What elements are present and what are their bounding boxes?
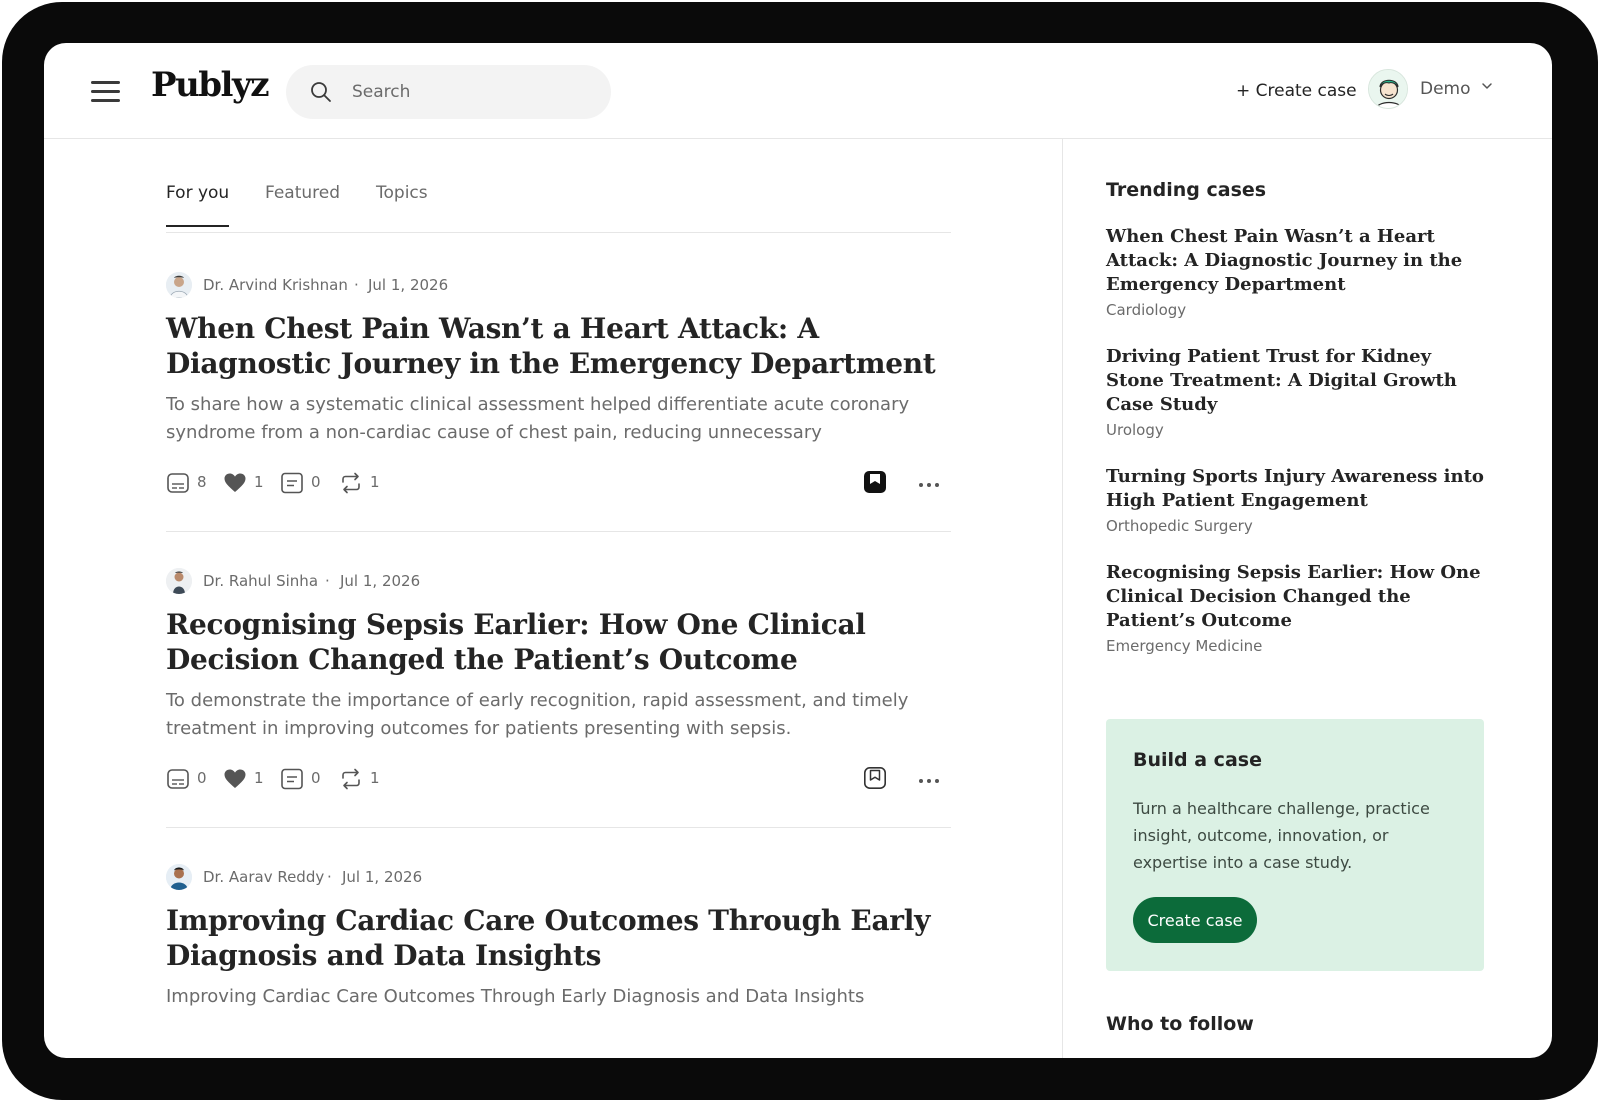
create-case-link[interactable]: + Create case <box>1236 81 1357 101</box>
meta-separator: · <box>327 868 332 886</box>
post-card[interactable]: Dr. Aarav Reddy · Jul 1, 2026 Improving … <box>166 863 951 1058</box>
comment-icon <box>281 472 303 494</box>
post-title[interactable]: When Chest Pain Wasn’t a Heart Attack: A… <box>166 311 951 381</box>
author-avatar[interactable] <box>166 272 192 298</box>
trending-title[interactable]: Recognising Sepsis Earlier: How One Clin… <box>1106 561 1486 633</box>
app-logo[interactable]: Publyz <box>151 65 270 105</box>
trending-title[interactable]: Driving Patient Trust for Kidney Stone T… <box>1106 345 1486 417</box>
trending-title[interactable]: When Chest Pain Wasn’t a Heart Attack: A… <box>1106 225 1486 297</box>
views-icon <box>167 473 189 493</box>
meta-separator: · <box>354 276 359 294</box>
trending-category: Orthopedic Surgery <box>1106 517 1253 535</box>
author-avatar[interactable] <box>166 864 192 890</box>
sidebar-divider <box>1062 139 1063 1058</box>
trending-item[interactable]: Recognising Sepsis Earlier: How One Clin… <box>1106 561 1486 655</box>
trending-category: Emergency Medicine <box>1106 637 1263 655</box>
views-count: 8 <box>197 473 207 491</box>
post-stats: 0 1 0 1 <box>166 765 951 793</box>
bookmark-button[interactable] <box>862 765 888 793</box>
bookmark-icon <box>863 766 886 789</box>
comments-count: 0 <box>311 473 321 491</box>
bookmark-button[interactable] <box>862 469 888 497</box>
trending-item[interactable]: Turning Sports Injury Awareness into Hig… <box>1106 465 1486 535</box>
who-to-follow-heading: Who to follow <box>1106 1013 1254 1035</box>
more-icon <box>919 779 939 783</box>
tab-featured[interactable]: Featured <box>265 183 340 225</box>
post-date: Jul 1, 2026 <box>340 572 421 590</box>
more-icon <box>919 483 939 487</box>
search-icon <box>311 82 331 102</box>
hamburger-icon[interactable] <box>91 81 120 103</box>
bookmark-filled-icon <box>864 471 886 493</box>
heart-icon <box>224 473 246 492</box>
post-divider <box>166 531 951 532</box>
author-name[interactable]: Dr. Arvind Krishnan <box>203 276 348 294</box>
chevron-down-icon[interactable] <box>1480 79 1494 93</box>
trending-item[interactable]: When Chest Pain Wasn’t a Heart Attack: A… <box>1106 225 1486 319</box>
top-bar: Publyz + Create case Demo <box>44 43 1552 139</box>
more-options-button[interactable] <box>916 469 942 497</box>
post-title[interactable]: Recognising Sepsis Earlier: How One Clin… <box>166 607 951 677</box>
trending-heading: Trending cases <box>1106 179 1267 201</box>
author-name[interactable]: Dr. Rahul Sinha <box>203 572 318 590</box>
likes-count: 1 <box>254 473 264 491</box>
post-summary[interactable]: To share how a systematic clinical asses… <box>166 391 951 447</box>
build-case-card: Build a case Turn a healthcare challenge… <box>1106 719 1484 971</box>
post-divider <box>166 827 951 828</box>
trending-title[interactable]: Turning Sports Injury Awareness into Hig… <box>1106 465 1486 513</box>
likes-count: 1 <box>254 769 264 787</box>
feed-tabs: For you Featured Topics <box>166 183 951 233</box>
post-card[interactable]: Dr. Arvind Krishnan · Jul 1, 2026 When C… <box>166 271 951 511</box>
device-frame: Publyz + Create case Demo <box>0 0 1600 1102</box>
repost-icon <box>342 472 360 494</box>
heart-icon <box>224 769 246 788</box>
post-summary[interactable]: To demonstrate the importance of early r… <box>166 687 951 743</box>
post-stats: 8 1 0 1 <box>166 469 951 497</box>
user-name[interactable]: Demo <box>1420 79 1471 99</box>
views-count: 0 <box>197 769 207 787</box>
more-options-button[interactable] <box>916 765 942 793</box>
views-icon <box>167 769 189 789</box>
repost-icon <box>342 768 360 790</box>
author-avatar[interactable] <box>166 568 192 594</box>
trending-category: Urology <box>1106 421 1164 439</box>
reposts-count: 1 <box>370 473 380 491</box>
comment-icon <box>281 768 303 790</box>
search-input[interactable] <box>352 77 592 107</box>
trending-item[interactable]: Driving Patient Trust for Kidney Stone T… <box>1106 345 1486 439</box>
user-avatar-illustration <box>1369 70 1407 108</box>
search-box[interactable] <box>286 65 611 119</box>
post-date: Jul 1, 2026 <box>368 276 449 294</box>
create-case-button[interactable]: Create case <box>1133 897 1257 943</box>
post-title[interactable]: Improving Cardiac Care Outcomes Through … <box>166 903 951 973</box>
author-name[interactable]: Dr. Aarav Reddy <box>203 868 324 886</box>
trending-category: Cardiology <box>1106 301 1187 319</box>
post-date: Jul 1, 2026 <box>342 868 423 886</box>
comments-count: 0 <box>311 769 321 787</box>
tab-for-you[interactable]: For you <box>166 183 230 227</box>
build-case-title: Build a case <box>1133 749 1262 771</box>
build-case-text: Turn a healthcare challenge, practice in… <box>1133 799 1430 872</box>
meta-separator: · <box>325 572 330 590</box>
tab-topics[interactable]: Topics <box>376 183 428 225</box>
post-card[interactable]: Dr. Rahul Sinha · Jul 1, 2026 Recognisin… <box>166 567 951 807</box>
app-screen: Publyz + Create case Demo <box>44 43 1552 1058</box>
post-summary-text: To share how a systematic clinical asses… <box>166 394 910 443</box>
user-avatar[interactable] <box>1368 69 1408 109</box>
reposts-count: 1 <box>370 769 380 787</box>
post-summary[interactable]: Improving Cardiac Care Outcomes Through … <box>166 983 951 1011</box>
